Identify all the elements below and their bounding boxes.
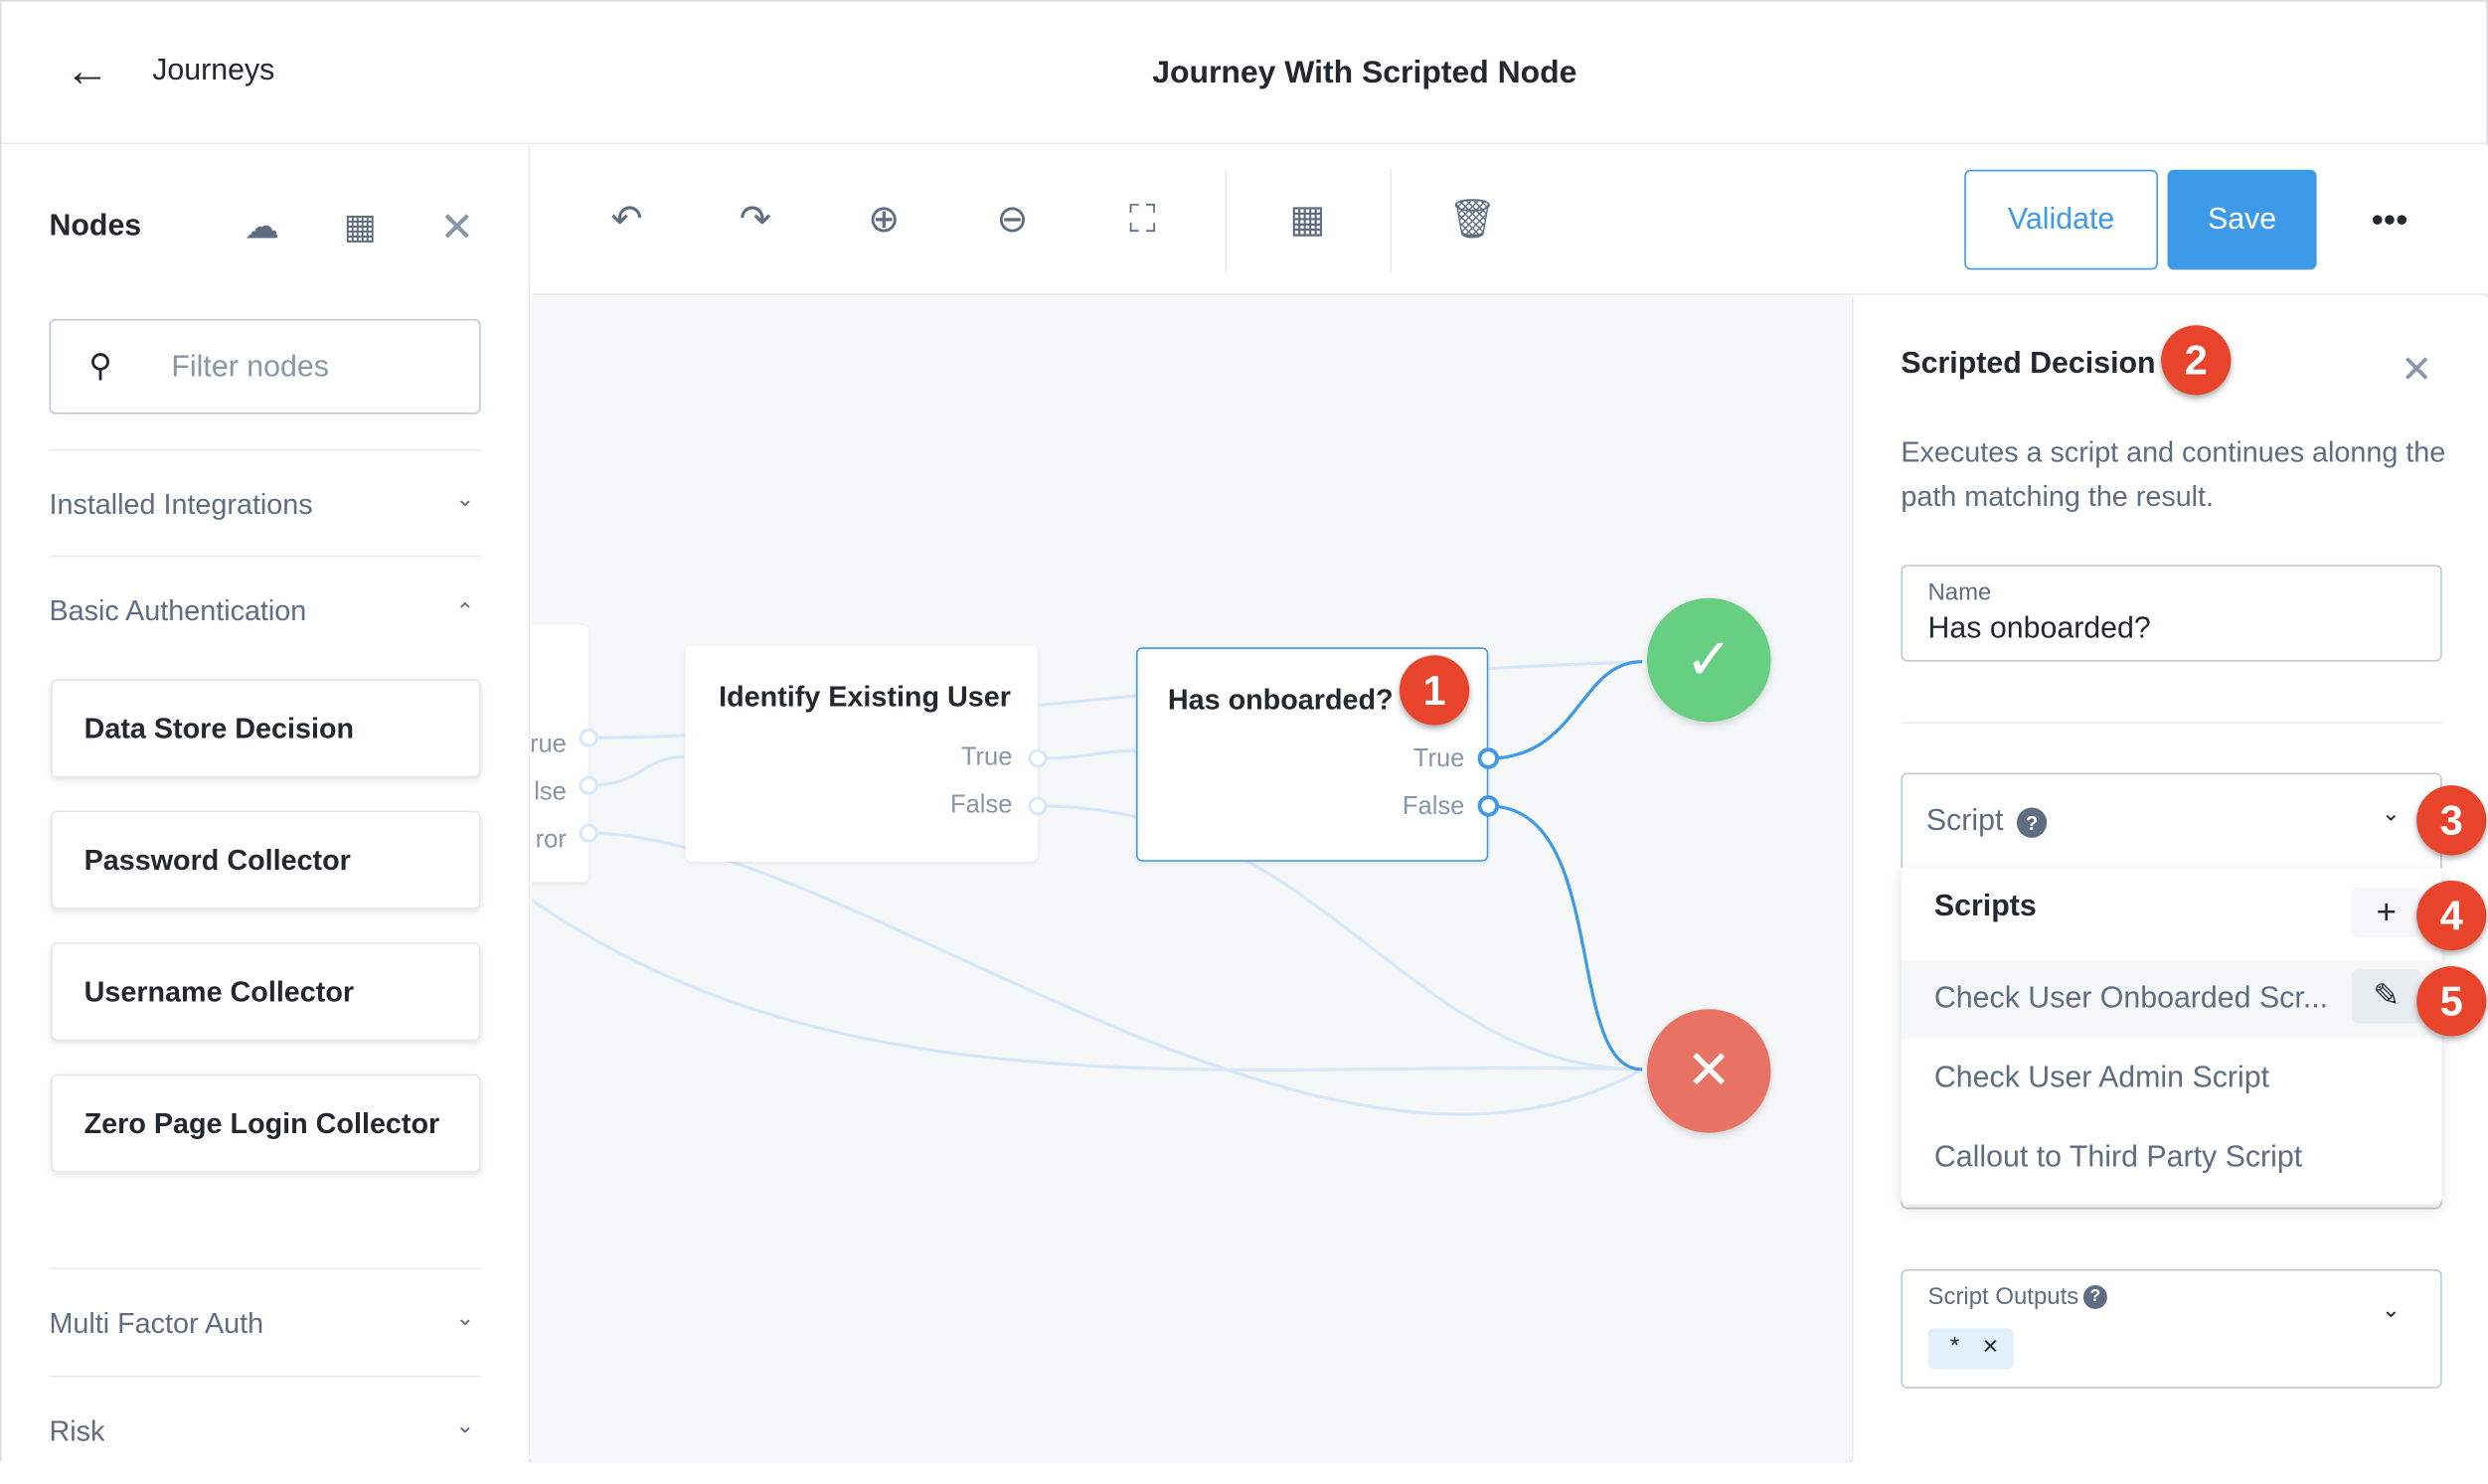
save-button[interactable]: Save	[2167, 169, 2317, 270]
trash-icon[interactable]: 🗑	[1440, 197, 1504, 245]
nodes-sidebar: Nodes ☁ ▦ ✕ ⚲ Filter nodes Installed Int…	[1, 145, 531, 1463]
remove-chip-icon[interactable]: ✕	[1982, 1334, 1999, 1360]
grid-icon[interactable]: ▦	[1275, 197, 1339, 245]
chevron-down-icon: ⌄	[2382, 799, 2401, 826]
help-icon[interactable]: ?	[2082, 1285, 2107, 1309]
field-label: Script	[1925, 804, 2004, 838]
category-label: Multi Factor Auth	[49, 1307, 264, 1340]
journey-canvas[interactable]: rue lse ror Identify Existing User True …	[531, 296, 1851, 1463]
script-option[interactable]: Check User Admin Script	[1901, 1040, 2441, 1119]
filter-placeholder: Filter nodes	[171, 350, 329, 385]
chip-label: *	[1949, 1332, 1960, 1361]
script-outputs-select[interactable]: Script Outputs ? ⌄ * ✕	[1901, 1269, 2442, 1389]
callout-badge: 5	[2416, 966, 2487, 1037]
field-value: Has onboarded?	[1927, 612, 2151, 646]
ports	[579, 728, 1500, 843]
field-label: Script Outputs	[1927, 1283, 2079, 1311]
chevron-down-icon: ⌄	[455, 485, 475, 512]
panel-description: Executes a script and continues alonng t…	[1901, 435, 2446, 513]
category-label: Risk	[49, 1414, 105, 1447]
script-option[interactable]: Callout to Third Party Script	[1901, 1118, 2441, 1198]
category-multi-factor-auth[interactable]: Multi Factor Auth ⌄	[49, 1267, 481, 1376]
close-icon[interactable]: ✕	[433, 203, 481, 251]
divider	[1225, 168, 1227, 273]
chevron-down-icon: ⌄	[2382, 1296, 2401, 1322]
sidebar-title: Nodes	[49, 209, 142, 244]
name-field[interactable]: Name Has onboarded?	[1901, 565, 2442, 662]
panel-title: Scripted Decision	[1901, 347, 2156, 382]
port	[579, 728, 598, 747]
port-true	[1477, 747, 1500, 769]
node-username-collector[interactable]: Username Collector	[51, 942, 481, 1042]
failure-node-x-icon[interactable]: ✕	[1646, 1009, 1771, 1133]
category-label: Basic Authentication	[49, 594, 307, 627]
divider	[1390, 168, 1392, 273]
node-password-collector[interactable]: Password Collector	[51, 810, 481, 909]
success-node-check-icon[interactable]: ✓	[1646, 597, 1771, 723]
edit-pencil-icon[interactable]: ✎	[2351, 969, 2421, 1024]
fit-screen-icon[interactable]: ⛶	[1110, 197, 1174, 245]
port	[579, 775, 598, 795]
add-script-plus-icon[interactable]: +	[2351, 887, 2421, 938]
more-options-icon[interactable]: •••	[2358, 197, 2421, 245]
node-properties-panel: Scripted Decision 2 ✕ Executes a script …	[1851, 296, 2488, 1463]
canvas-toolbar: ↶ ↷ ⊕ ⊖ ⛶ ▦ 🗑 Validate Save •••	[531, 145, 2488, 295]
validate-button[interactable]: Validate	[1964, 169, 2158, 270]
filter-nodes-input[interactable]: ⚲ Filter nodes	[49, 318, 481, 414]
zoom-out-icon[interactable]: ⊖	[981, 197, 1045, 245]
port	[1028, 748, 1048, 768]
redo-icon[interactable]: ↷	[724, 197, 787, 245]
category-basic-authentication[interactable]: Basic Authentication ⌃	[49, 555, 481, 664]
port-false	[1477, 795, 1500, 817]
app-window: ← Journeys Journey With Scripted Node No…	[0, 0, 2488, 1463]
scripts-dropdown: Scripts + Check User Onboarded Scr... ✎ …	[1901, 868, 2442, 1205]
cloud-upload-icon[interactable]: ☁	[235, 207, 288, 248]
page-title: Journey With Scripted Node	[1152, 55, 1577, 90]
divider	[1901, 722, 2442, 724]
grid-add-icon[interactable]: ▦	[335, 207, 386, 248]
search-icon: ⚲	[88, 349, 112, 385]
callout-badge: 4	[2416, 880, 2487, 951]
chevron-down-icon: ⌄	[455, 1411, 475, 1438]
category-installed-integrations[interactable]: Installed Integrations ⌄	[49, 448, 481, 558]
chevron-up-icon: ⌃	[455, 597, 475, 624]
field-label: Name	[1927, 578, 1992, 606]
port	[1028, 796, 1048, 816]
undo-icon[interactable]: ↶	[595, 197, 659, 245]
zoom-in-icon[interactable]: ⊕	[852, 197, 915, 245]
close-icon[interactable]: ✕	[2393, 348, 2440, 394]
chevron-down-icon: ⌄	[455, 1304, 475, 1330]
top-bar: ← Journeys Journey With Scripted Node	[1, 2, 2488, 145]
node-data-store-decision[interactable]: Data Store Decision	[51, 679, 481, 778]
callout-badge: 3	[2416, 785, 2487, 856]
port	[579, 823, 598, 843]
node-zero-page-login-collector[interactable]: Zero Page Login Collector	[51, 1073, 481, 1173]
callout-badge: 2	[2161, 325, 2232, 396]
category-risk[interactable]: Risk ⌄	[49, 1375, 481, 1484]
category-label: Installed Integrations	[49, 488, 313, 521]
output-chip: * ✕	[1927, 1328, 2014, 1370]
help-icon[interactable]: ?	[2016, 807, 2048, 838]
